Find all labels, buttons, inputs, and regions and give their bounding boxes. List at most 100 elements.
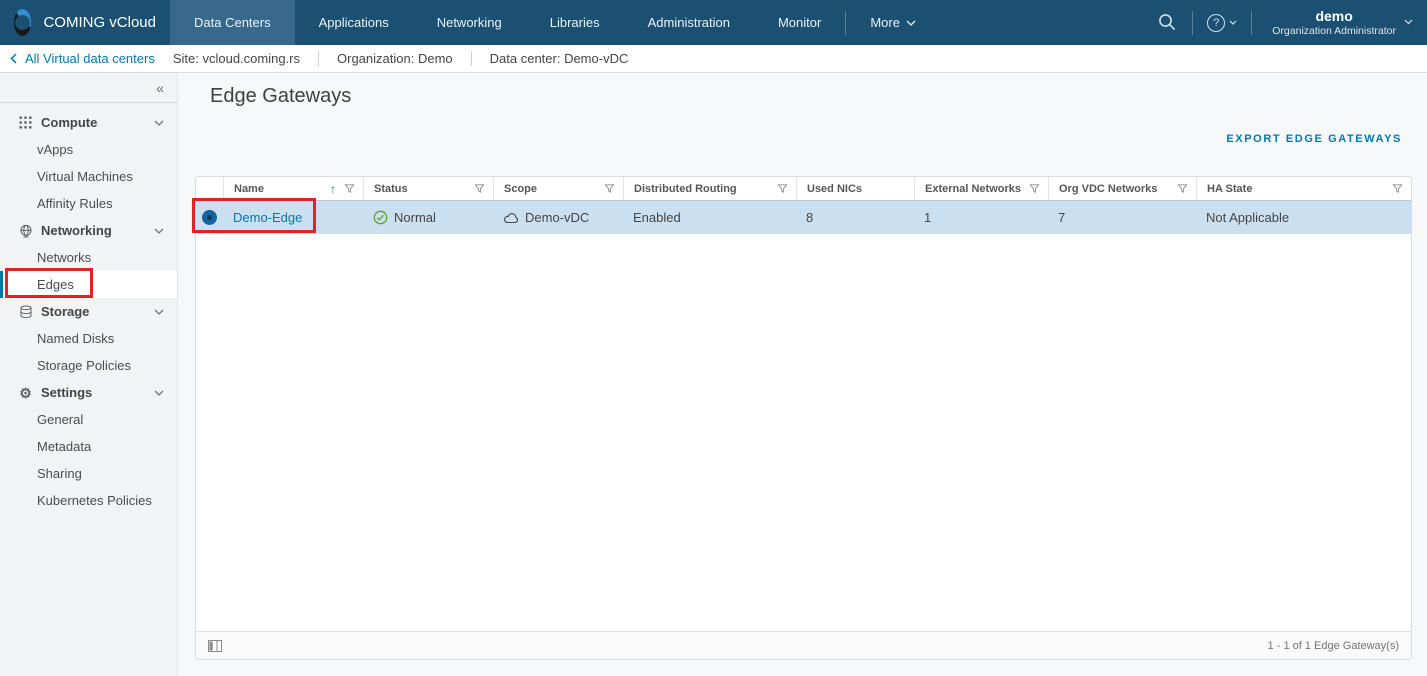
cell-scope: Demo-vDC [493,201,623,234]
compute-grid-icon [18,115,33,130]
filter-icon[interactable] [1392,183,1403,194]
sidebar-item-general[interactable]: General [0,406,177,433]
chevron-down-icon [154,228,164,234]
tab-libraries[interactable]: Libraries [526,0,624,45]
storage-disks-icon [18,304,33,319]
sidebar-item-metadata[interactable]: Metadata [0,433,177,460]
column-header-org-vdc-networks[interactable]: Org VDC Networks [1048,177,1196,200]
tab-label: Networking [436,15,502,30]
collapse-sidebar-icon[interactable]: « [156,80,164,96]
top-bar: COMING vCloud Data Centers Applications … [0,0,1427,45]
gear-icon: ⚙ [19,384,32,401]
help-menu[interactable]: ? [1207,13,1237,32]
edge-gateway-link[interactable]: Demo-Edge [233,210,302,225]
column-header-status[interactable]: Status [363,177,493,200]
tab-networking[interactable]: Networking [413,0,526,45]
topbar-divider [1192,10,1194,35]
column-header-ha-state[interactable]: HA State [1196,177,1411,200]
tab-label: Applications [318,15,389,30]
cell-name: Demo-Edge [223,201,363,234]
nav-item-label: Edges [37,277,74,292]
column-header-distributed-routing[interactable]: Distributed Routing [623,177,796,200]
chevron-down-icon [1229,20,1237,25]
tab-applications[interactable]: Applications [295,0,413,45]
section-label: Compute [41,115,98,130]
cell-distributed-routing: Enabled [623,201,796,234]
sidebar-item-virtual-machines[interactable]: Virtual Machines [0,163,177,190]
sidebar-item-kubernetes-policies[interactable]: Kubernetes Policies [0,487,177,514]
back-link-label: All Virtual data centers [25,51,155,66]
column-label: Used NICs [807,182,863,195]
search-icon[interactable] [1157,12,1178,33]
cell-text: Enabled [633,210,681,225]
export-edge-gateways-button[interactable]: EXPORT EDGE GATEWAYS [1226,133,1402,145]
brand: COMING vCloud [0,0,170,45]
column-label: External Networks [925,182,1021,195]
filter-icon[interactable] [604,183,615,194]
nav-item-label: General [37,412,84,427]
row-radio-selected[interactable] [202,210,217,225]
tab-administration[interactable]: Administration [624,0,754,45]
sidebar-section-storage[interactable]: Storage [0,298,177,325]
filter-icon[interactable] [1029,183,1040,194]
sidebar-item-named-disks[interactable]: Named Disks [0,325,177,352]
context-bar: All Virtual data centers Site: vcloud.co… [0,45,1427,73]
sidebar-item-storage-policies[interactable]: Storage Policies [0,352,177,379]
user-name: demo [1315,7,1353,24]
crumb-divider [318,51,320,66]
section-label: Settings [41,385,93,400]
column-header-scope[interactable]: Scope [493,177,623,200]
column-label: HA State [1207,182,1253,195]
datagrid-empty-area [196,234,1411,631]
nav-item-label: Named Disks [37,331,115,346]
sidebar-collapse-row: « [0,73,177,103]
chevron-down-icon [154,390,164,396]
column-label: Scope [504,182,538,195]
tab-more[interactable]: More [846,0,940,45]
crumb-site: Site: vcloud.coming.rs [172,51,301,66]
chevron-down-icon [1404,20,1413,25]
column-header-name[interactable]: Name ↑ [223,177,363,200]
user-role: Organization Administrator [1272,24,1396,37]
network-globe-icon [18,223,33,238]
topbar-divider [1251,10,1253,35]
sort-ascending-icon[interactable]: ↑ [330,182,336,196]
sidebar-nav: Compute vApps Virtual Machines Affinity … [0,103,177,514]
sidebar-item-sharing[interactable]: Sharing [0,460,177,487]
tab-monitor[interactable]: Monitor [754,0,845,45]
crumb-divider [470,51,472,66]
chevron-down-icon [154,120,164,126]
sidebar-item-networks[interactable]: Networks [0,244,177,271]
column-header-used-nics[interactable]: Used NICs [796,177,914,200]
filter-icon[interactable] [474,183,485,194]
nav-item-label: Kubernetes Policies [37,493,152,508]
column-label: Name [234,182,264,195]
column-toggle-icon[interactable] [208,639,222,652]
tab-label: Administration [647,15,730,30]
nav-item-label: Metadata [37,439,92,454]
sidebar-item-vapps[interactable]: vApps [0,136,177,163]
sidebar-section-compute[interactable]: Compute [0,109,177,136]
sidebar-item-affinity-rules[interactable]: Affinity Rules [0,190,177,217]
sidebar-section-networking[interactable]: Networking [0,217,177,244]
tab-data-centers[interactable]: Data Centers [170,0,295,45]
sidebar-section-settings[interactable]: ⚙ Settings [0,379,177,406]
brand-title: COMING vCloud [43,14,156,31]
filter-icon[interactable] [344,183,355,194]
back-to-all-vdcs-link[interactable]: All Virtual data centers [10,51,155,66]
scope-text: Demo-vDC [525,210,590,225]
filter-icon[interactable] [1177,183,1188,194]
tab-label: Data Centers [194,15,271,30]
user-menu[interactable]: demo Organization Administrator [1266,8,1413,37]
column-label: Distributed Routing [634,182,737,195]
tab-label: More [870,15,900,30]
column-header-external-networks[interactable]: External Networks [914,177,1048,200]
crumb-data-center: Data center: Demo-vDC [489,51,629,66]
datagrid-header: Name ↑ Status Scope Distributed Routing [196,177,1411,201]
table-row-demo-edge[interactable]: Demo-Edge Normal Demo-vDC Enabled 8 1 7 … [196,201,1411,234]
cell-text: 7 [1058,210,1066,225]
filter-icon[interactable] [777,183,788,194]
tab-label: Libraries [549,15,600,30]
sidebar-item-edges[interactable]: Edges [0,271,177,298]
status-ok-icon [373,210,388,225]
